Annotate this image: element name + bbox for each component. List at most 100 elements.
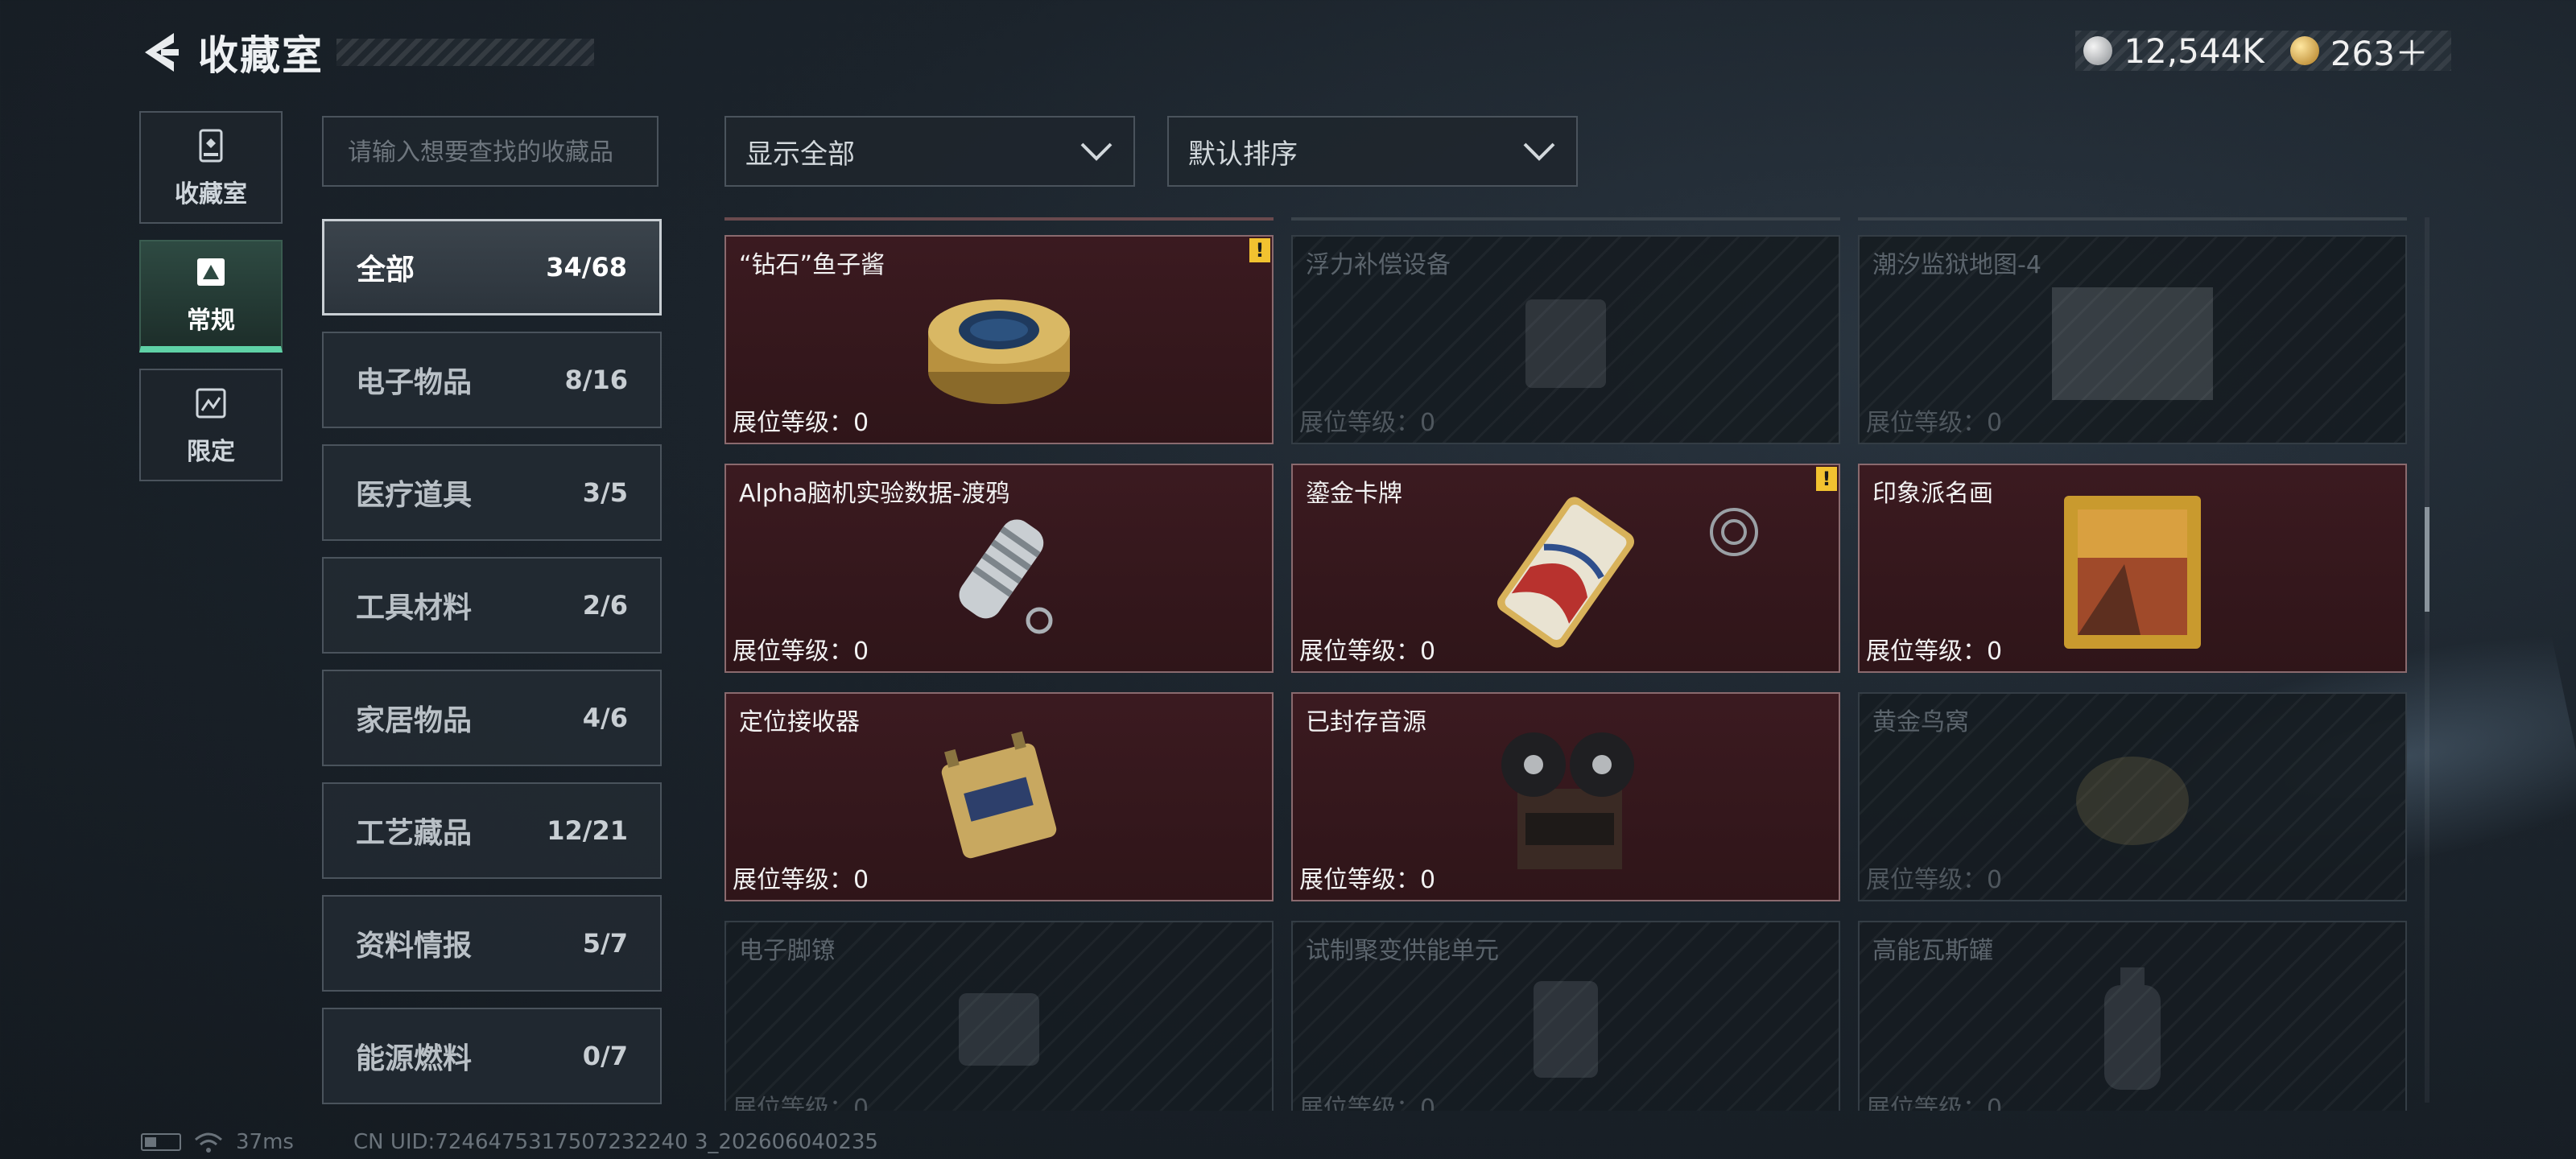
framed-painting-icon	[2064, 496, 2201, 650]
category-count: 4/6	[582, 703, 628, 733]
category-household[interactable]: 家居物品 4/6	[322, 670, 662, 766]
collection-room-icon	[199, 129, 223, 163]
left-nav: 收藏室 常规 限定	[139, 111, 286, 497]
item-name: 印象派名画	[1872, 480, 1993, 508]
wifi-icon	[195, 1132, 222, 1153]
display-level: 展位等级：0	[733, 409, 869, 437]
item-name: 黄金鸟窝	[1872, 708, 1969, 736]
category-medical[interactable]: 医疗道具 3/5	[322, 444, 662, 541]
nav-item-limited[interactable]: 限定	[139, 369, 283, 481]
item-name: 潮汐监狱地图-4	[1872, 251, 2041, 279]
back-arrow-icon[interactable]	[137, 28, 182, 76]
item-name: 已封存音源	[1306, 708, 1426, 736]
display-level: 展位等级：0	[733, 637, 869, 666]
nav-label: 限定	[187, 438, 235, 466]
category-name: 资料情报	[356, 930, 473, 963]
search-box	[322, 116, 658, 187]
limited-icon	[196, 388, 226, 419]
display-level: 展位等级：0	[1866, 866, 2003, 894]
category-all[interactable]: 全部 34/68	[322, 219, 662, 316]
gold-coin-value: 263＋	[2330, 33, 2429, 73]
category-count: 8/16	[564, 365, 628, 395]
warning-badge-icon: !	[1816, 467, 1837, 491]
map-icon	[2052, 287, 2213, 401]
collection-card[interactable]: 印象派名画 展位等级：0	[1858, 464, 2407, 673]
category-name: 工艺藏品	[356, 817, 473, 850]
category-tools[interactable]: 工具材料 2/6	[322, 557, 662, 654]
display-level: 展位等级：0	[1299, 1095, 1436, 1111]
filter-show-dropdown[interactable]: 显示全部	[724, 116, 1135, 187]
sort-dropdown[interactable]: 默认排序	[1167, 116, 1578, 187]
chevron-down-icon	[1523, 142, 1555, 161]
nav-label: 收藏室	[175, 180, 247, 208]
grid-scrollbar[interactable]	[2425, 217, 2429, 1103]
display-level: 展位等级：0	[1299, 409, 1436, 437]
display-level: 展位等级：0	[1866, 409, 2003, 437]
display-level: 展位等级：0	[1299, 866, 1436, 894]
item-name: “钻石”鱼子酱	[739, 251, 886, 279]
category-electronics[interactable]: 电子物品 8/16	[322, 332, 662, 428]
search-input[interactable]	[346, 118, 638, 187]
collection-card[interactable]: Alpha脑机实验数据-渡鸦 展位等级：0	[724, 464, 1274, 673]
category-count: 2/6	[582, 590, 628, 621]
collection-grid: “钻石”鱼子酱 ! 展位等级：0 浮力补偿设备 展位等级：0 潮汐监狱地图-4 …	[724, 217, 2415, 1111]
display-level: 展位等级：0	[733, 1095, 869, 1111]
collection-card[interactable]: 电子脚镣 展位等级：0	[724, 921, 1274, 1111]
item-name: 试制聚变供能单元	[1306, 937, 1499, 965]
collection-card[interactable]: 黄金鸟窝 展位等级：0	[1858, 692, 2407, 901]
collection-card[interactable]: 高能瓦斯罐 展位等级：0	[1858, 921, 2407, 1111]
collection-card[interactable]: 定位接收器 展位等级：0	[724, 692, 1274, 901]
collection-card[interactable]: 试制聚变供能单元 展位等级：0	[1291, 921, 1840, 1111]
category-count: 0/7	[582, 1041, 628, 1071]
gold-coin-icon	[2289, 36, 2319, 65]
row-divider	[724, 217, 1274, 221]
target-icon	[1710, 508, 1758, 556]
golden-nest-icon	[2076, 757, 2189, 846]
item-name: 高能瓦斯罐	[1872, 937, 1993, 965]
item-name: 定位接收器	[739, 708, 860, 736]
collection-card[interactable]: 鎏金卡牌 ! 展位等级：0	[1291, 464, 1840, 673]
display-level: 展位等级：0	[1866, 1095, 2003, 1111]
page-title: 收藏室	[198, 32, 324, 79]
header: 收藏室	[137, 24, 594, 80]
chevron-down-icon	[1080, 142, 1113, 161]
category-name: 能源燃料	[356, 1042, 473, 1075]
category-crafts[interactable]: 工艺藏品 12/21	[322, 782, 662, 879]
item-name: 电子脚镣	[739, 937, 836, 965]
collection-card[interactable]: 潮汐监狱地图-4 展位等级：0	[1858, 235, 2407, 444]
warning-badge-icon: !	[1249, 238, 1270, 262]
category-name: 工具材料	[356, 592, 473, 625]
silver-coin-value: 12,544K	[2124, 31, 2264, 71]
scrollbar-thumb[interactable]	[2425, 507, 2429, 612]
nav-item-regular[interactable]: 常规	[139, 240, 283, 353]
gilded-card-icon	[1497, 497, 1634, 648]
nav-item-collection-room[interactable]: 收藏室	[139, 111, 283, 224]
category-count: 34/68	[546, 252, 627, 283]
category-intel[interactable]: 资料情报 5/7	[322, 895, 662, 992]
category-count: 3/5	[582, 477, 628, 508]
category-energy[interactable]: 能源燃料 0/7	[322, 1008, 662, 1104]
silver-coin-icon	[2083, 36, 2113, 65]
caviar-tin-icon	[928, 299, 1070, 405]
status-footer: 37ms CN UID:7246475317507232240 3_202606…	[141, 1130, 878, 1154]
ankle-monitor-icon	[959, 993, 1039, 1066]
collection-card[interactable]: 已封存音源 展位等级：0	[1291, 692, 1840, 901]
buoyancy-device-icon	[1525, 299, 1606, 389]
sort-label: 默认排序	[1188, 138, 1298, 171]
category-name: 全部	[357, 254, 415, 287]
category-name: 电子物品	[356, 366, 473, 399]
category-count: 5/7	[582, 928, 628, 959]
title-decoration	[336, 39, 594, 66]
currency-bar: 12,544K 263＋	[2075, 31, 2451, 73]
row-divider	[1291, 217, 1840, 221]
display-level: 展位等级：0	[1866, 637, 2003, 666]
collection-card[interactable]: “钻石”鱼子酱 ! 展位等级：0	[724, 235, 1274, 444]
collection-card[interactable]: 浮力补偿设备 展位等级：0	[1291, 235, 1840, 444]
regular-icon	[197, 258, 225, 286]
locator-receiver-icon	[941, 731, 1057, 859]
battery-icon	[141, 1133, 181, 1151]
category-list: 全部 34/68 电子物品 8/16 医疗道具 3/5 工具材料 2/6 家居物…	[322, 219, 662, 1120]
display-level: 展位等级：0	[1299, 637, 1436, 666]
row-divider	[1858, 217, 2407, 221]
gas-canister-icon	[2104, 967, 2161, 1091]
